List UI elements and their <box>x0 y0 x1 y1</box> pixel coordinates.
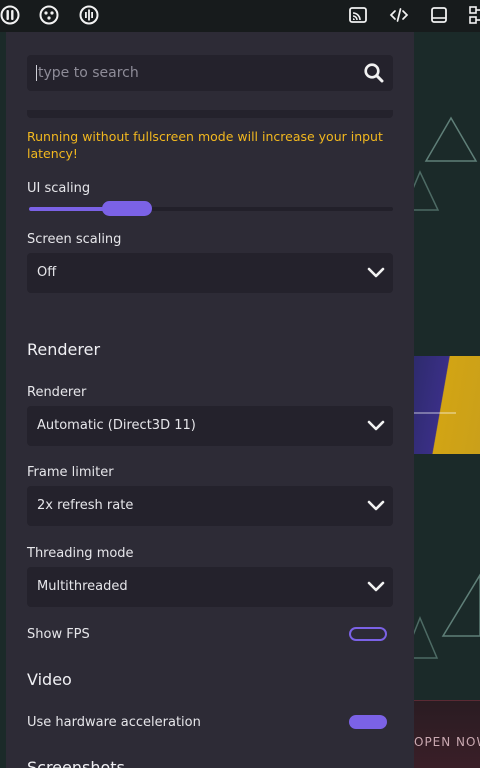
gamepad-icon[interactable] <box>37 3 61 27</box>
frame-limiter-value: 2x refresh rate <box>37 498 134 513</box>
renderer-value: Automatic (Direct3D 11) <box>37 418 196 433</box>
chevron-down-icon <box>367 500 385 511</box>
screen-scaling-label: Screen scaling <box>27 232 122 247</box>
cast-icon[interactable] <box>346 3 370 27</box>
chevron-down-icon <box>367 420 385 431</box>
top-toolbar <box>0 0 480 32</box>
collapsed-section-bar <box>27 110 393 118</box>
ui-scaling-slider-thumb[interactable] <box>102 201 153 216</box>
renderer-label: Renderer <box>27 385 87 400</box>
audio-wave-icon[interactable] <box>77 3 101 27</box>
hardware-acceleration-label: Use hardware acceleration <box>27 715 201 730</box>
hardware-acceleration-toggle[interactable] <box>349 715 387 729</box>
open-now-promo[interactable]: OPEN NOW <box>404 700 480 768</box>
renderer-section-title: Renderer <box>27 340 101 359</box>
threading-mode-label: Threading mode <box>27 546 134 561</box>
video-section-title: Video <box>27 670 72 689</box>
promo-banner <box>410 356 480 454</box>
settings-panel: Running without fullscreen mode will inc… <box>6 32 414 768</box>
show-fps-toggle[interactable] <box>349 627 387 641</box>
text-caret <box>36 65 37 81</box>
screenshots-section-title: Screenshots <box>27 758 125 768</box>
search-input[interactable] <box>38 55 338 91</box>
screen-scaling-select[interactable]: Off <box>27 253 393 293</box>
chevron-down-icon <box>367 581 385 592</box>
renderer-select[interactable]: Automatic (Direct3D 11) <box>27 406 393 446</box>
screen-scaling-value: Off <box>37 265 57 280</box>
chevron-down-icon <box>367 267 385 278</box>
frame-limiter-label: Frame limiter <box>27 465 114 480</box>
emulator-logo-icon[interactable] <box>0 3 22 27</box>
fullscreen-warning: Running without fullscreen mode will inc… <box>27 129 383 161</box>
promo-text: OPEN NOW <box>414 735 480 749</box>
frame-limiter-select[interactable]: 2x refresh rate <box>27 486 393 526</box>
threading-mode-select[interactable]: Multithreaded <box>27 567 393 607</box>
ui-scaling-slider[interactable] <box>29 207 393 211</box>
code-icon[interactable] <box>387 3 411 27</box>
threading-mode-value: Multithreaded <box>37 579 128 594</box>
ui-scaling-label: UI scaling <box>27 181 91 196</box>
network-icon[interactable] <box>466 3 480 27</box>
show-fps-label: Show FPS <box>27 627 90 642</box>
search-box[interactable] <box>27 55 393 91</box>
search-icon[interactable] <box>363 62 385 84</box>
window-icon[interactable] <box>427 3 451 27</box>
